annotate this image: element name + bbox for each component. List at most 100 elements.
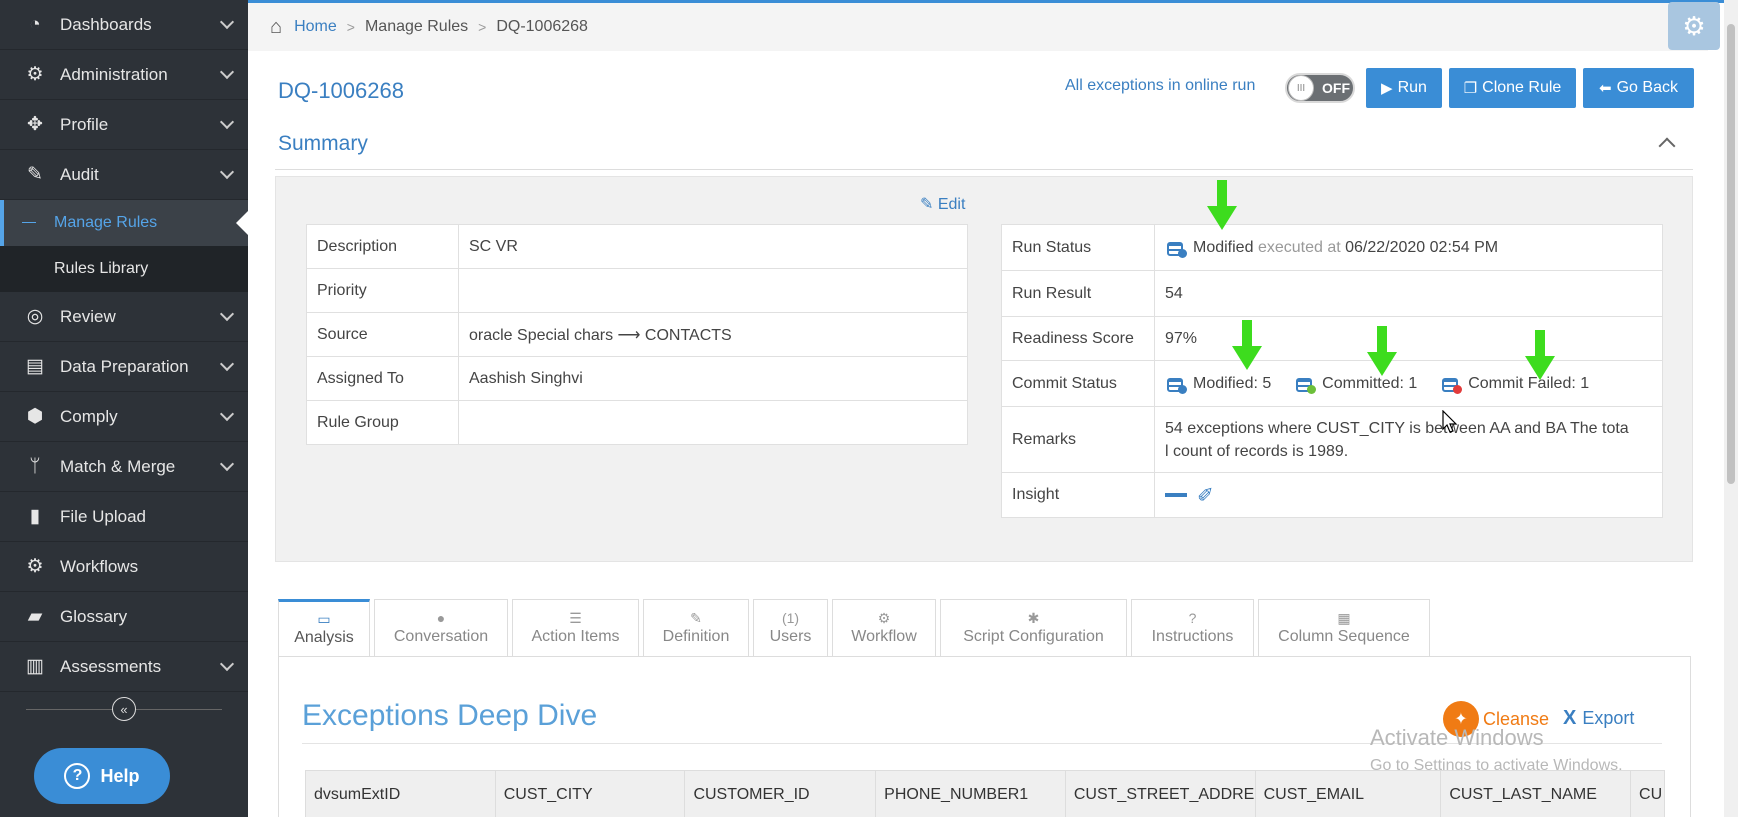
nav-file-upload[interactable]: ▮ File Upload — [0, 492, 248, 542]
table-row: Source oracle Special chars ⟶ CONTACTS — [306, 312, 968, 357]
insight-cell: ✐ — [1154, 472, 1663, 518]
clone-rule-button[interactable]: ❐ Clone Rule — [1449, 68, 1576, 108]
table-row: Run Result 54 — [1001, 270, 1663, 317]
sub-item-manage-rules[interactable]: Manage Rules — [0, 200, 248, 246]
tab-users[interactable]: (1) Users — [753, 599, 828, 656]
tab-column-sequence[interactable]: ▦ Column Sequence — [1258, 599, 1430, 656]
remarks-cell: 54 exceptions where CUST_CITY is between… — [1154, 406, 1663, 473]
run-label: Run — [1397, 79, 1427, 96]
cogs-icon: ⚙ — [26, 64, 44, 85]
nav-label: Review — [60, 306, 116, 326]
nav-audit[interactable]: ✎ Audit — [0, 150, 248, 200]
nav-comply[interactable]: ⬢ Comply — [0, 392, 248, 442]
assigned-to-value: Aashish Singhvi — [458, 356, 968, 401]
scrollbar-thumb[interactable] — [1727, 24, 1735, 484]
exceptions-grid-header: dvsumExtID CUST_CITY CUSTOMER_ID PHONE_N… — [305, 770, 1665, 817]
online-run-toggle[interactable]: III OFF — [1285, 73, 1355, 103]
crosshair-icon: ✥ — [27, 114, 43, 135]
eyedropper-icon[interactable]: ✐ — [1197, 485, 1214, 507]
nav-profile[interactable]: ✥ Profile — [0, 100, 248, 150]
tab-label: Users — [769, 628, 812, 645]
tab-label: Analysis — [294, 629, 354, 646]
edit-label: Edit — [937, 196, 966, 213]
tab-action-items[interactable]: ☰ Action Items — [512, 599, 639, 656]
nav-label: Comply — [60, 406, 118, 426]
annotation-arrow — [1525, 330, 1555, 380]
column-header[interactable]: CUST_CITY — [496, 771, 686, 817]
readiness-value: 97% — [1154, 316, 1663, 361]
online-run-label: All exceptions in online run — [1065, 77, 1256, 94]
nav-label: Data Preparation — [60, 356, 189, 376]
chevron-down-icon — [219, 306, 235, 322]
run-status-label: Run Status — [1001, 224, 1155, 271]
go-back-button[interactable]: ⬅ Go Back — [1583, 68, 1694, 108]
column-header[interactable]: CUSTOMER_ID — [685, 771, 877, 817]
tab-instructions[interactable]: ? Instructions — [1131, 599, 1254, 656]
insight-label: Insight — [1001, 472, 1155, 518]
breadcrumb-manage-rules[interactable]: Manage Rules — [365, 18, 468, 36]
tab-conversation[interactable]: ● Conversation — [374, 599, 508, 656]
tab-label: Action Items — [531, 628, 620, 645]
breadcrumb-home[interactable]: Home — [294, 18, 337, 36]
sub-item-rules-library[interactable]: Rules Library — [0, 246, 248, 292]
nav-dashboards[interactable]: ◔ Dashboards — [0, 0, 248, 50]
help-button[interactable]: ? Help — [34, 748, 170, 804]
rule-id-title: DQ-1006268 — [278, 78, 404, 103]
edit-icon: ✎ — [690, 610, 702, 626]
toggle-state: OFF — [1322, 80, 1350, 96]
nav-match-merge[interactable]: ᛘ Match & Merge — [0, 442, 248, 492]
chevron-down-icon — [219, 356, 235, 372]
edit-icon: ✎ — [27, 164, 43, 185]
column-header[interactable]: PHONE_NUMBER1 — [876, 771, 1066, 817]
rule-tabs: ▭ Analysis ● Conversation ☰ Action Items ✎ D… — [278, 599, 1434, 656]
nav-administration[interactable]: ⚙ Administration — [0, 50, 248, 100]
commit-modified[interactable]: Modified: 5 — [1193, 375, 1271, 392]
column-header[interactable]: CUST_EMAIL — [1256, 771, 1442, 817]
tab-label: Definition — [662, 628, 730, 645]
edit-link[interactable]: ✎ Edit — [920, 194, 965, 214]
page-scrollbar[interactable] — [1724, 0, 1738, 817]
tab-workflow[interactable]: ⚙ Workflow — [832, 599, 936, 656]
tab-script-configuration[interactable]: ✱ Script Configuration — [940, 599, 1127, 656]
tab-definition[interactable]: ✎ Definition — [643, 599, 749, 656]
run-button[interactable]: ▶ Run — [1366, 68, 1442, 108]
column-header[interactable]: CU — [1631, 771, 1664, 817]
export-button[interactable]: X Export — [1563, 707, 1634, 730]
nav-label: Assessments — [60, 656, 162, 676]
chevron-down-icon — [219, 114, 235, 130]
nav-label: Match & Merge — [60, 456, 176, 476]
executed-at-label: executed at — [1257, 238, 1341, 256]
settings-gear-icon[interactable]: ⚙ — [1668, 2, 1720, 50]
nav-assessments[interactable]: ▥ Assessments — [0, 642, 248, 692]
nav-glossary[interactable]: ▰ Glossary — [0, 592, 248, 642]
chevron-down-icon — [219, 64, 235, 80]
tab-label: Conversation — [393, 628, 489, 645]
collapse-sidebar-icon[interactable]: « — [112, 697, 136, 721]
nav-data-preparation[interactable]: ▤ Data Preparation — [0, 342, 248, 392]
nav-label: Administration — [60, 64, 168, 84]
compass-icon: ◎ — [26, 306, 44, 327]
annotation-arrow — [1232, 320, 1262, 370]
tab-analysis[interactable]: ▭ Analysis — [278, 599, 370, 656]
breadcrumb: ⌂ Home > Manage Rules > DQ-1006268 — [248, 3, 1708, 51]
column-header[interactable]: dvsumExtID — [306, 771, 496, 817]
column-header[interactable]: CUST_STREET_ADDRESS — [1066, 771, 1256, 817]
run-status-value: Modified — [1193, 238, 1254, 256]
nav-review[interactable]: ◎ Review — [0, 292, 248, 342]
chevron-up-icon[interactable] — [1658, 137, 1676, 155]
audit-submenu: Manage Rules Rules Library — [0, 200, 248, 292]
arrow-left-icon: ⬅ — [1599, 80, 1612, 97]
sidebar-collapse-row: « — [0, 692, 248, 726]
chevron-down-icon — [219, 406, 235, 422]
nav-label: Workflows — [60, 556, 139, 576]
toggle-knob: III — [1288, 75, 1314, 101]
list-icon: ☰ — [569, 610, 582, 626]
readiness-label: Readiness Score — [1001, 316, 1155, 361]
nav-workflows[interactable]: ⚙ Workflows — [0, 542, 248, 592]
column-header[interactable]: CUST_LAST_NAME — [1441, 771, 1632, 817]
play-icon: ▶ — [1381, 80, 1393, 97]
minus-icon[interactable] — [1165, 493, 1187, 497]
summary-header[interactable]: Summary — [275, 120, 1693, 170]
windows-watermark: Activate Windows — [1370, 725, 1544, 750]
nav-label: Audit — [60, 164, 99, 184]
